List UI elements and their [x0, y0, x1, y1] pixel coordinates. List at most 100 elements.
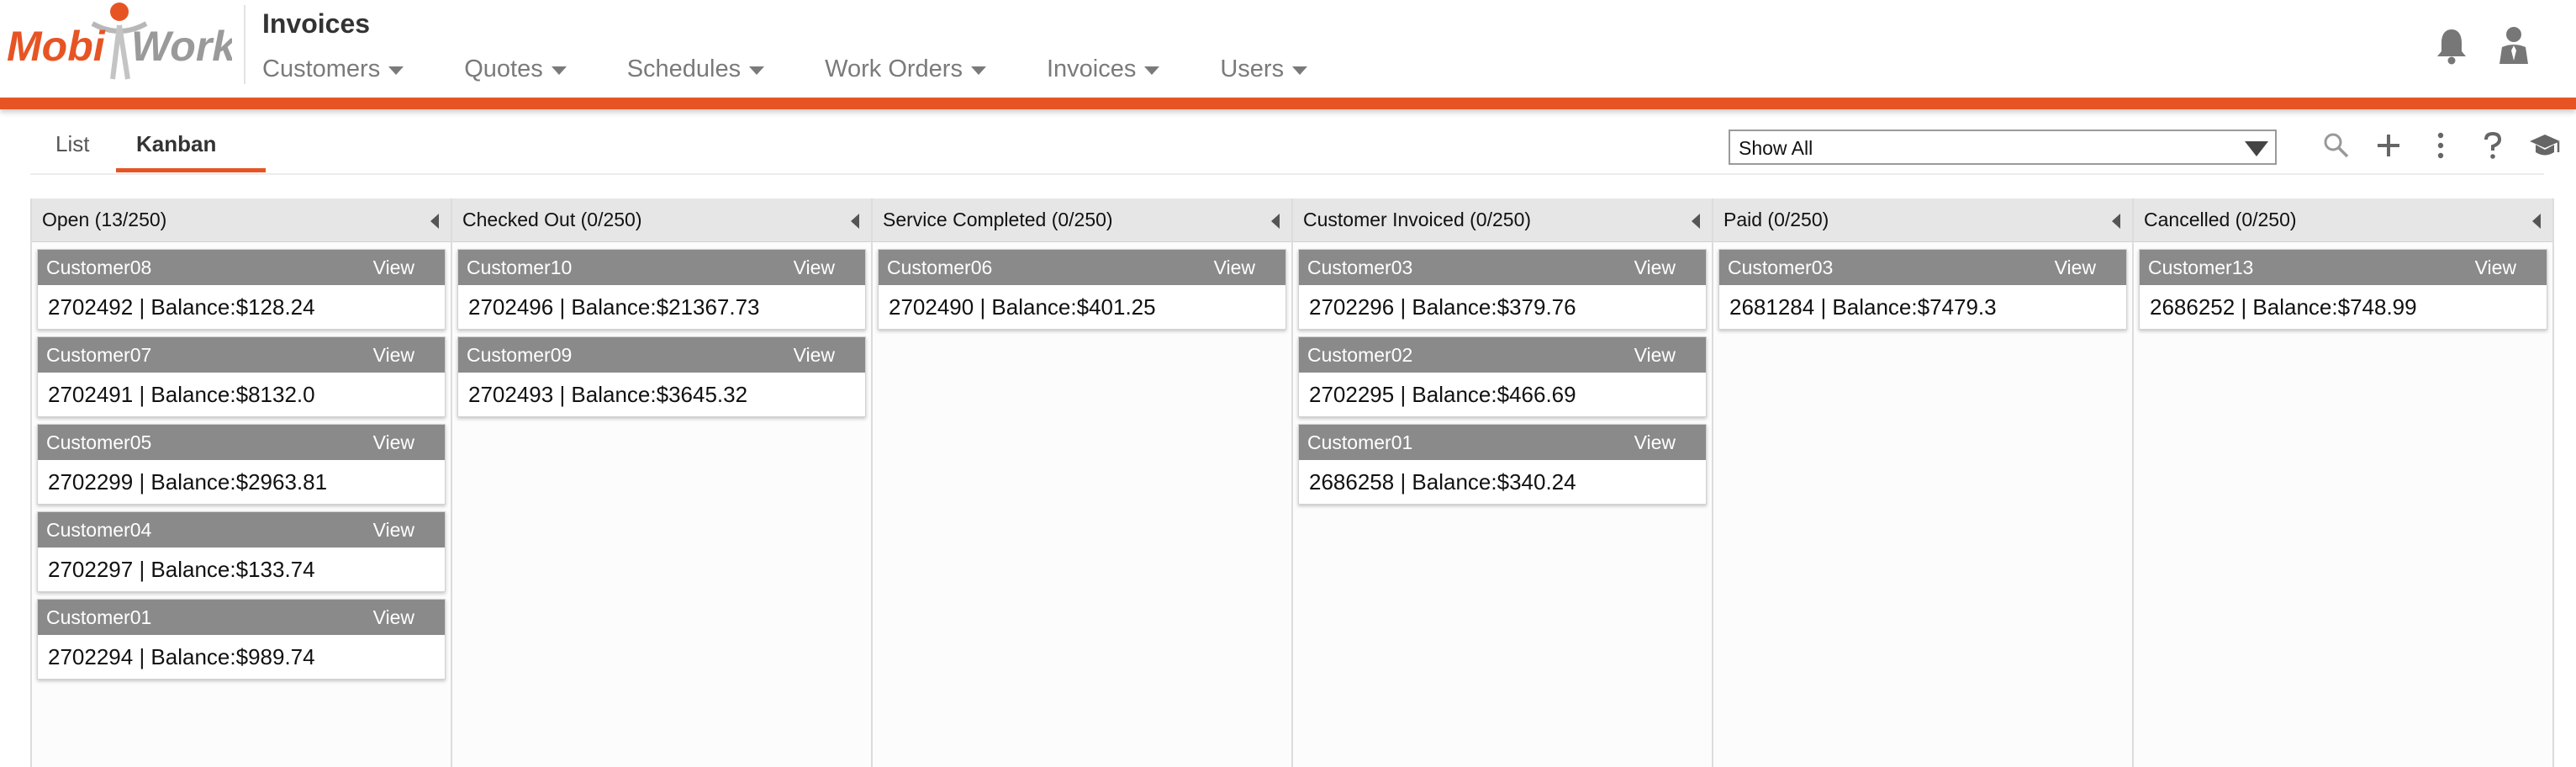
view-link[interactable]: View — [373, 519, 414, 542]
card-detail: 2702296 | Balance:$379.76 — [1309, 294, 1576, 320]
column-title: Service Completed (0/250) — [883, 209, 1113, 230]
invoice-card: Customer09 View 2702493 | Balance:$3645.32 — [457, 336, 866, 417]
view-link[interactable]: View — [2475, 257, 2516, 279]
view-link[interactable]: View — [2055, 257, 2096, 279]
collapse-arrow-icon[interactable] — [851, 214, 859, 229]
main-nav: Customers Quotes Schedules Work Orders I… — [262, 52, 1368, 86]
card-detail: 2702493 | Balance:$3645.32 — [468, 381, 748, 407]
card-customer: Customer05 — [46, 431, 152, 453]
brand-bar — [0, 98, 2576, 109]
view-link[interactable]: View — [373, 606, 414, 629]
card-customer: Customer03 — [1307, 256, 1413, 278]
view-link[interactable]: View — [1634, 431, 1676, 454]
card-customer: Customer13 — [2148, 256, 2254, 278]
kanban-board: Open (13/250) Customer08 View 2702492 | Ba… — [30, 198, 2554, 767]
column-header: Service Completed (0/250) — [873, 198, 1291, 242]
collapse-arrow-icon[interactable] — [2532, 214, 2541, 229]
card-detail: 2702294 | Balance:$989.74 — [48, 643, 315, 669]
card-detail: 2702297 | Balance:$133.74 — [48, 556, 315, 582]
more-vertical-icon[interactable] — [2421, 126, 2460, 165]
column-header: Cancelled (0/250) — [2134, 198, 2552, 242]
column-header: Paid (0/250) — [1713, 198, 2132, 242]
invoice-card: Customer10 View 2702496 | Balance:$21367.7… — [457, 249, 866, 330]
collapse-arrow-icon[interactable] — [2112, 214, 2120, 229]
header-icons — [2431, 24, 2534, 67]
card-detail: 2702491 | Balance:$8132.0 — [48, 381, 315, 407]
caret-down-icon — [1292, 66, 1308, 75]
column-title: Checked Out (0/250) — [462, 209, 642, 230]
search-icon[interactable] — [2317, 126, 2356, 165]
card-detail: 2686252 | Balance:$748.99 — [2150, 294, 2417, 320]
card-customer: Customer08 — [46, 256, 152, 278]
nav-customers[interactable]: Customers — [262, 56, 404, 83]
view-link[interactable]: View — [794, 344, 835, 367]
collapse-arrow-icon[interactable] — [1271, 214, 1280, 229]
column-header: Checked Out (0/250) — [452, 198, 871, 242]
view-link[interactable]: View — [1634, 257, 1676, 279]
status-filter-value: Show All — [1739, 137, 1813, 159]
kanban-column-customer-invoiced: Customer Invoiced (0/250) Customer03 View… — [1293, 198, 1713, 767]
nav-schedules[interactable]: Schedules — [627, 56, 765, 83]
view-link[interactable]: View — [373, 431, 414, 454]
caret-down-icon — [749, 66, 765, 75]
invoice-card: Customer08 View 2702492 | Balance:$128.24 — [37, 249, 446, 330]
card-customer: Customer03 — [1728, 256, 1834, 278]
chevron-down-icon — [2245, 141, 2268, 156]
tab-kanban[interactable]: Kanban — [136, 131, 216, 157]
view-link[interactable]: View — [1634, 344, 1676, 367]
card-customer: Customer06 — [887, 256, 993, 278]
column-header: Open (13/250) — [32, 198, 451, 242]
graduation-cap-icon[interactable] — [2526, 126, 2564, 165]
column-title: Cancelled (0/250) — [2144, 209, 2297, 230]
card-customer: Customer04 — [46, 518, 152, 541]
view-link[interactable]: View — [373, 257, 414, 279]
collapse-arrow-icon[interactable] — [1692, 214, 1700, 229]
card-detail: 2686258 | Balance:$340.24 — [1309, 468, 1576, 495]
invoice-card: Customer04 View 2702297 | Balance:$133.74 — [37, 511, 446, 592]
caret-down-icon — [970, 66, 986, 75]
user-icon[interactable] — [2494, 24, 2534, 67]
caret-down-icon — [388, 66, 404, 75]
card-detail: 2702496 | Balance:$21367.73 — [468, 294, 760, 320]
column-title: Customer Invoiced (0/250) — [1303, 209, 1532, 230]
card-detail: 2702490 | Balance:$401.25 — [889, 294, 1156, 320]
plus-icon[interactable] — [2369, 126, 2408, 165]
card-customer: Customer02 — [1307, 343, 1413, 366]
caret-down-icon — [1144, 66, 1160, 75]
help-icon[interactable] — [2473, 126, 2512, 165]
kanban-column-cancelled: Cancelled (0/250) Customer13 View 2686252 … — [2134, 198, 2554, 767]
card-customer: Customer01 — [1307, 431, 1413, 453]
card-customer: Customer07 — [46, 343, 152, 366]
nav-quotes[interactable]: Quotes — [464, 56, 567, 83]
svg-text:Mobi: Mobi — [7, 23, 106, 70]
invoice-card: Customer05 View 2702299 | Balance:$2963.81 — [37, 424, 446, 505]
kanban-column-service-completed: Service Completed (0/250) Customer06 View… — [873, 198, 1293, 767]
collapse-arrow-icon[interactable] — [430, 214, 439, 229]
nav-invoices[interactable]: Invoices — [1047, 56, 1160, 83]
kanban-column-open: Open (13/250) Customer08 View 2702492 | Ba… — [32, 198, 452, 767]
kanban-column-paid: Paid (0/250) Customer03 View 2681284 | Bal… — [1713, 198, 2134, 767]
page-title: Invoices — [262, 8, 371, 39]
app-header: Mobi Work Invoices Customers Quotes Sche… — [0, 0, 2576, 99]
invoice-card: Customer03 View 2681284 | Balance:$7479.3 — [1718, 249, 2127, 330]
invoice-card: Customer03 View 2702296 | Balance:$379.76 — [1298, 249, 1707, 330]
view-link[interactable]: View — [1214, 257, 1255, 279]
card-detail: 2702299 | Balance:$2963.81 — [48, 468, 328, 495]
active-tab-indicator — [116, 168, 266, 172]
invoice-card: Customer07 View 2702491 | Balance:$8132.0 — [37, 336, 446, 417]
invoice-card: Customer01 View 2686258 | Balance:$340.24 — [1298, 424, 1707, 505]
mobiwork-logo[interactable]: Mobi Work — [5, 0, 237, 84]
nav-work-orders[interactable]: Work Orders — [825, 56, 986, 83]
card-detail: 2681284 | Balance:$7479.3 — [1729, 294, 1997, 320]
tab-list[interactable]: List — [55, 131, 89, 157]
nav-users[interactable]: Users — [1220, 56, 1308, 83]
view-toolbar: List Kanban Show All — [30, 119, 2560, 175]
column-title: Paid (0/250) — [1723, 209, 1829, 230]
view-link[interactable]: View — [794, 257, 835, 279]
kanban-column-checked-out: Checked Out (0/250) Customer10 View 270249… — [452, 198, 873, 767]
svg-text:Work: Work — [131, 23, 232, 70]
bell-icon[interactable] — [2431, 24, 2472, 67]
status-filter-select[interactable]: Show All — [1729, 130, 2277, 165]
view-link[interactable]: View — [373, 344, 414, 367]
invoice-card: Customer06 View 2702490 | Balance:$401.25 — [878, 249, 1286, 330]
